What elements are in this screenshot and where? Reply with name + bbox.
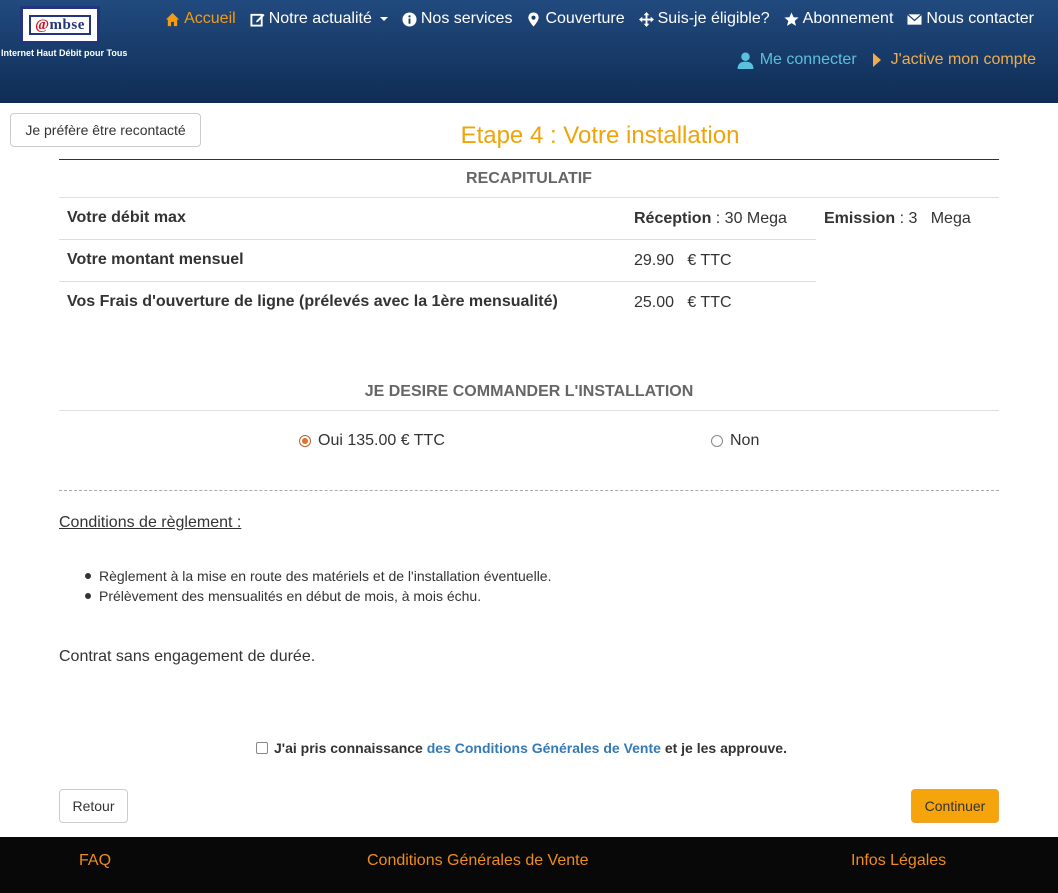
page-title: Etape 4 : Votre installation [460, 122, 740, 149]
footer-legal-link[interactable]: Infos Légales [851, 852, 946, 870]
play-icon [872, 53, 881, 67]
divider [59, 281, 816, 282]
logo-text: @mbse [35, 16, 85, 33]
activate-account-link[interactable]: J'active mon compte [872, 51, 1036, 69]
divider [59, 159, 999, 160]
recap-heading: RECAPITULATIF [466, 170, 592, 187]
continue-button[interactable]: Continuer [911, 789, 999, 823]
divider [59, 197, 999, 198]
conditions-title: Conditions de règlement : [59, 514, 242, 531]
footer-cgv-link[interactable]: Conditions Générales de Vente [367, 852, 588, 870]
nav-item-eligibilite[interactable]: Suis-je éligible? [638, 10, 770, 28]
nav-item-services[interactable]: Nos services [402, 10, 512, 28]
monthly-value: 29.90 € TTC [634, 252, 732, 269]
fees-value: 25.00 € TTC [634, 294, 732, 311]
cgv-link[interactable]: des Conditions Générales de Vente [427, 740, 661, 756]
fees-label: Vos Frais d'ouverture de ligne (prélevés… [67, 293, 558, 310]
debit-label: Votre débit max [67, 209, 186, 226]
install-no-radio[interactable] [711, 435, 723, 447]
move-icon [638, 11, 654, 27]
nav-item-abonnement[interactable]: Abonnement [784, 10, 893, 28]
cgv-agreement: J'ai pris connaissance des Conditions Gé… [256, 740, 787, 756]
login-link[interactable]: Me connecter [737, 51, 857, 69]
reception-value: Réception : 30 Mega [634, 210, 787, 227]
install-heading: JE DESIRE COMMANDER L'INSTALLATION [364, 383, 694, 400]
install-yes-radio[interactable] [299, 435, 311, 447]
home-icon [166, 12, 180, 26]
site-tagline: Internet Haut Débit pour Tous [1, 48, 128, 58]
dashed-divider [59, 490, 999, 491]
main-nav: Accueil Notre actualité Nos services Cou… [165, 10, 1034, 28]
divider [59, 239, 816, 240]
site-footer: FAQ Conditions Générales de Vente Infos … [0, 837, 1058, 893]
list-item: Règlement à la mise en route des matérie… [84, 568, 552, 584]
list-item: Prélèvement des mensualités en début de … [84, 586, 551, 606]
footer-faq-link[interactable]: FAQ [79, 852, 111, 870]
nav-item-contact[interactable]: Nous contacter [907, 10, 1034, 28]
site-header: @mbse Internet Haut Débit pour Tous Accu… [0, 0, 1058, 103]
envelope-icon [907, 13, 923, 25]
recontact-button[interactable]: Je préfère être recontacté [10, 113, 201, 147]
nav-item-actualite[interactable]: Notre actualité [250, 10, 388, 28]
user-icon [737, 52, 754, 69]
nav-item-accueil[interactable]: Accueil [165, 10, 236, 28]
map-marker-icon [528, 11, 540, 27]
edit-icon [250, 13, 265, 27]
contract-note: Contrat sans engagement de durée. [59, 648, 316, 665]
cgv-checkbox[interactable] [256, 742, 268, 754]
monthly-label: Votre montant mensuel [67, 251, 244, 268]
info-icon [402, 11, 417, 27]
install-no-option[interactable]: Non [711, 432, 759, 450]
nav-item-couverture[interactable]: Couverture [526, 10, 625, 28]
star-icon [784, 11, 799, 26]
emission-value: Emission : 3 Mega [824, 210, 971, 227]
divider [59, 410, 999, 411]
conditions-list: Règlement à la mise en route des matérie… [84, 566, 552, 606]
site-logo[interactable]: @mbse [20, 6, 100, 44]
install-yes-option[interactable]: Oui 135.00 € TTC [299, 432, 445, 450]
chevron-down-icon [379, 17, 388, 21]
back-button[interactable]: Retour [59, 789, 128, 823]
account-nav: Me connecter J'active mon compte [737, 51, 1036, 69]
